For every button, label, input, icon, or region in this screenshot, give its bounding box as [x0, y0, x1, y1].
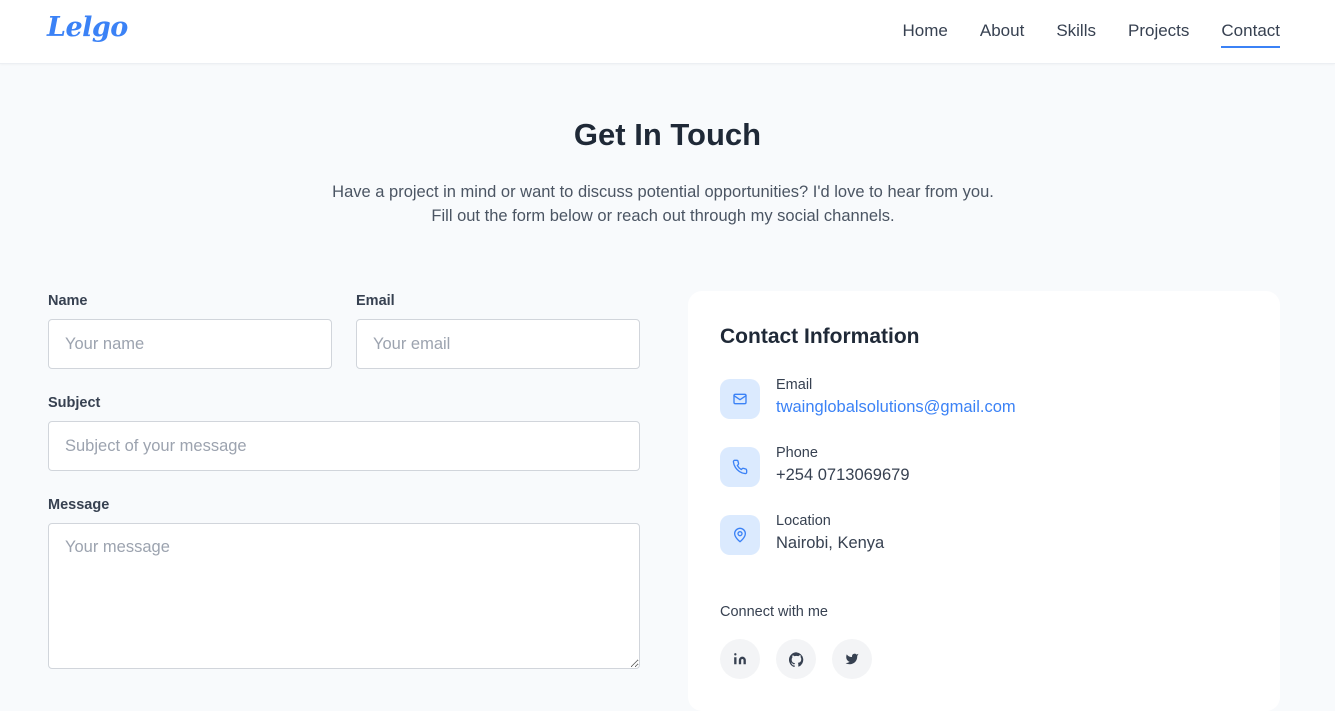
mail-icon [720, 379, 760, 419]
nav-projects[interactable]: Projects [1128, 20, 1189, 48]
subject-label: Subject [48, 395, 101, 411]
contact-info-card: Contact Information Email twainglobalsol… [688, 291, 1280, 711]
contact-phone-value: +254 0713069679 [776, 466, 910, 484]
contact-phone-row: Phone +254 0713069679 [720, 445, 1240, 487]
subject-input[interactable] [48, 421, 640, 471]
contact-email-link[interactable]: twainglobalsolutions@gmail.com [776, 398, 1016, 417]
site-header: Lelgo Home About Skills Projects Contact [0, 0, 1335, 64]
connect-label: Connect with me [720, 604, 828, 620]
contact-location-row: Location Nairobi, Kenya [720, 513, 1240, 555]
page-title: Get In Touch [573, 117, 762, 152]
contact-info-title: Contact Information [720, 325, 920, 348]
map-pin-icon [720, 515, 760, 555]
github-icon[interactable] [776, 639, 816, 679]
message-textarea[interactable] [48, 523, 640, 669]
phone-icon [720, 447, 760, 487]
contact-email-label: Email [776, 377, 813, 393]
main-nav: Home About Skills Projects Contact [903, 20, 1280, 48]
message-label: Message [48, 497, 110, 513]
logo[interactable]: Lelgo [47, 12, 128, 43]
contact-email-row: Email twainglobalsolutions@gmail.com [720, 377, 1240, 419]
email-label: Email [356, 293, 395, 309]
email-input[interactable] [356, 319, 640, 369]
nav-about[interactable]: About [980, 20, 1024, 48]
contact-location-value: Nairobi, Kenya [776, 534, 885, 552]
name-label: Name [48, 293, 88, 309]
contact-location-label: Location [776, 513, 831, 529]
nav-skills[interactable]: Skills [1056, 20, 1096, 48]
social-links [720, 639, 872, 679]
linkedin-icon[interactable] [720, 639, 760, 679]
nav-contact[interactable]: Contact [1221, 20, 1280, 48]
name-input[interactable] [48, 319, 332, 369]
twitter-icon[interactable] [832, 639, 872, 679]
contact-phone-label: Phone [776, 445, 818, 461]
nav-home[interactable]: Home [903, 20, 948, 48]
page-subtitle: Have a project in mind or want to discus… [332, 183, 994, 225]
